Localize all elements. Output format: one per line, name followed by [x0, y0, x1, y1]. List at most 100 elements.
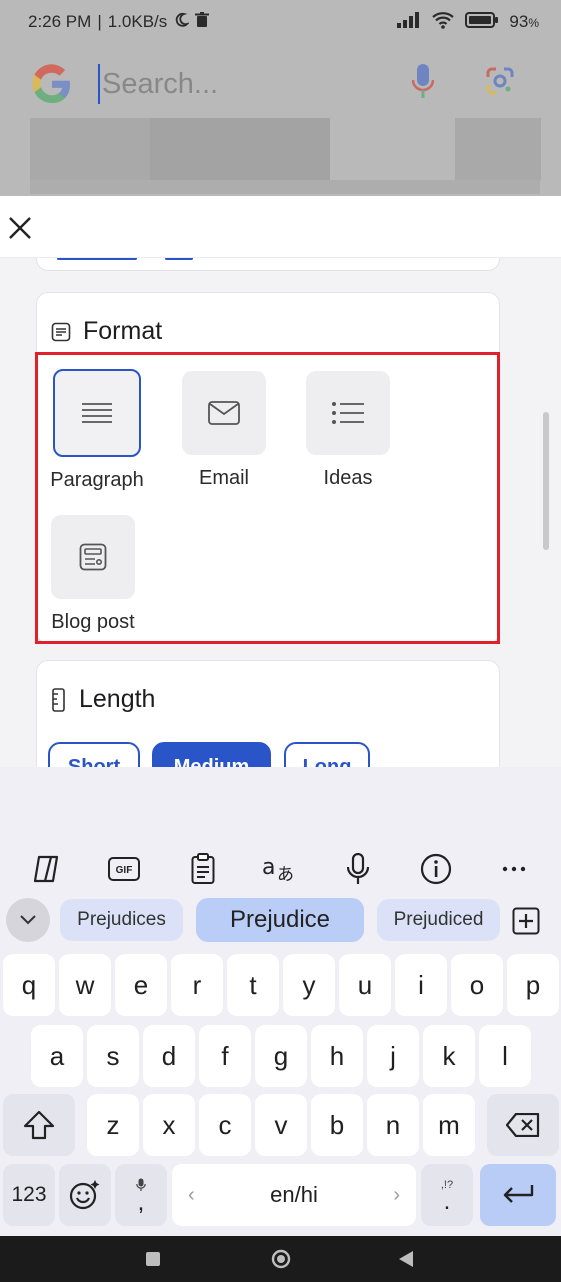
key-n[interactable]: n — [367, 1094, 419, 1156]
key-u[interactable]: u — [339, 954, 391, 1016]
sheet-header — [0, 196, 561, 258]
key-i[interactable]: i — [395, 954, 447, 1016]
wifi-icon — [431, 11, 455, 34]
navigation-bar — [0, 1236, 561, 1282]
length-option-long[interactable]: Long — [284, 742, 370, 767]
key-x[interactable]: x — [143, 1094, 195, 1156]
format-option-paragraph[interactable]: Paragraph — [47, 369, 147, 492]
key-d[interactable]: d — [143, 1025, 195, 1087]
key-w[interactable]: w — [59, 954, 111, 1016]
ideas-tile[interactable] — [306, 371, 390, 455]
emoji-key[interactable] — [59, 1164, 111, 1226]
moon-icon — [173, 12, 191, 33]
collapse-suggestions-button[interactable] — [6, 898, 50, 942]
chevron-left-icon: ‹ — [188, 1183, 195, 1206]
length-option-short[interactable]: Short — [48, 742, 140, 767]
key-e[interactable]: e — [115, 954, 167, 1016]
translate-icon[interactable]: aあ — [258, 847, 302, 891]
paragraph-tile[interactable] — [53, 369, 141, 457]
format-option-label: Paragraph — [50, 469, 144, 491]
comma-key[interactable]: , — [115, 1164, 167, 1226]
key-r[interactable]: r — [171, 954, 223, 1016]
screen: 2:26 PM | 1.0KB/s 93% Search... Format P… — [0, 0, 561, 1282]
scrollbar[interactable] — [543, 412, 549, 550]
search-input[interactable]: Search... — [98, 64, 218, 104]
close-icon[interactable] — [6, 214, 34, 242]
home-icon[interactable] — [271, 1249, 291, 1269]
key-c[interactable]: c — [199, 1094, 251, 1156]
trash-icon — [195, 11, 210, 33]
format-icon — [51, 322, 71, 341]
suggestion-chip-primary[interactable]: Prejudice — [196, 898, 364, 942]
key-g[interactable]: g — [255, 1025, 307, 1087]
more-icon[interactable] — [492, 847, 536, 891]
key-a[interactable]: a — [31, 1025, 83, 1087]
format-card: Format Paragraph Email Ideas Blog post — [36, 292, 500, 644]
clipboard-icon[interactable] — [181, 847, 225, 891]
key-f[interactable]: f — [199, 1025, 251, 1087]
svg-text:GIF: GIF — [116, 865, 133, 876]
format-title: Format — [83, 317, 163, 345]
signal-icon — [397, 11, 421, 33]
length-option-medium[interactable]: Medium — [152, 742, 271, 767]
period-label: . — [443, 1188, 451, 1215]
shift-key[interactable] — [3, 1094, 75, 1156]
previous-card — [36, 258, 500, 271]
key-s[interactable]: s — [87, 1025, 139, 1087]
space-label: en/hi — [270, 1182, 318, 1207]
battery-icon — [465, 11, 499, 33]
previous-option-stub — [165, 258, 193, 260]
google-search-bar[interactable]: Search... — [30, 56, 540, 112]
key-v[interactable]: v — [255, 1094, 307, 1156]
period-key[interactable]: ,!? . — [421, 1164, 473, 1226]
shift-icon — [23, 1110, 55, 1140]
key-z[interactable]: z — [87, 1094, 139, 1156]
blurred-content — [150, 118, 330, 180]
suggestion-chip[interactable]: Prejudiced — [377, 899, 500, 941]
key-m[interactable]: m — [423, 1094, 475, 1156]
key-q[interactable]: q — [3, 954, 55, 1016]
blog-post-tile[interactable] — [51, 515, 135, 599]
enter-key[interactable] — [480, 1164, 556, 1226]
space-key[interactable]: ‹ en/hi › — [172, 1164, 416, 1226]
length-heading: Length — [51, 685, 155, 714]
key-p[interactable]: p — [507, 954, 559, 1016]
status-separator: | — [97, 12, 102, 31]
gif-icon[interactable]: GIF — [102, 847, 146, 891]
status-network-speed: 1.0KB/s — [107, 12, 168, 31]
info-icon[interactable] — [414, 847, 458, 891]
voice-search-icon[interactable] — [412, 64, 434, 100]
key-k[interactable]: k — [423, 1025, 475, 1087]
svg-text:a: a — [262, 855, 275, 880]
length-title: Length — [79, 685, 156, 713]
key-l[interactable]: l — [479, 1025, 531, 1087]
key-o[interactable]: o — [451, 954, 503, 1016]
format-option-ideas[interactable]: Ideas — [298, 371, 398, 490]
format-option-label: Blog post — [51, 611, 135, 633]
format-option-email[interactable]: Email — [174, 371, 274, 490]
key-b[interactable]: b — [311, 1094, 363, 1156]
format-option-label: Ideas — [323, 467, 373, 489]
ruler-icon — [52, 687, 65, 712]
email-tile[interactable] — [182, 371, 266, 455]
key-j[interactable]: j — [367, 1025, 419, 1087]
format-option-blog-post[interactable]: Blog post — [43, 515, 143, 634]
backspace-key[interactable] — [487, 1094, 559, 1156]
suggestion-chip[interactable]: Prejudices — [60, 899, 183, 941]
numbers-key[interactable]: 123 — [3, 1164, 55, 1226]
emoji-icon — [69, 1180, 100, 1210]
google-lens-icon[interactable] — [485, 66, 515, 96]
format-option-label: Email — [198, 467, 249, 489]
status-time: 2:26 PM — [28, 12, 92, 31]
format-heading: Format — [51, 317, 162, 346]
key-y[interactable]: y — [283, 954, 335, 1016]
email-icon — [208, 401, 240, 425]
key-h[interactable]: h — [311, 1025, 363, 1087]
microphone-icon[interactable] — [336, 847, 380, 891]
copilot-icon[interactable] — [26, 847, 70, 891]
key-t[interactable]: t — [227, 954, 279, 1016]
add-word-icon[interactable] — [512, 907, 540, 935]
recents-icon[interactable] — [146, 1252, 160, 1266]
back-icon[interactable] — [398, 1250, 414, 1268]
previous-option-stub — [57, 258, 137, 260]
